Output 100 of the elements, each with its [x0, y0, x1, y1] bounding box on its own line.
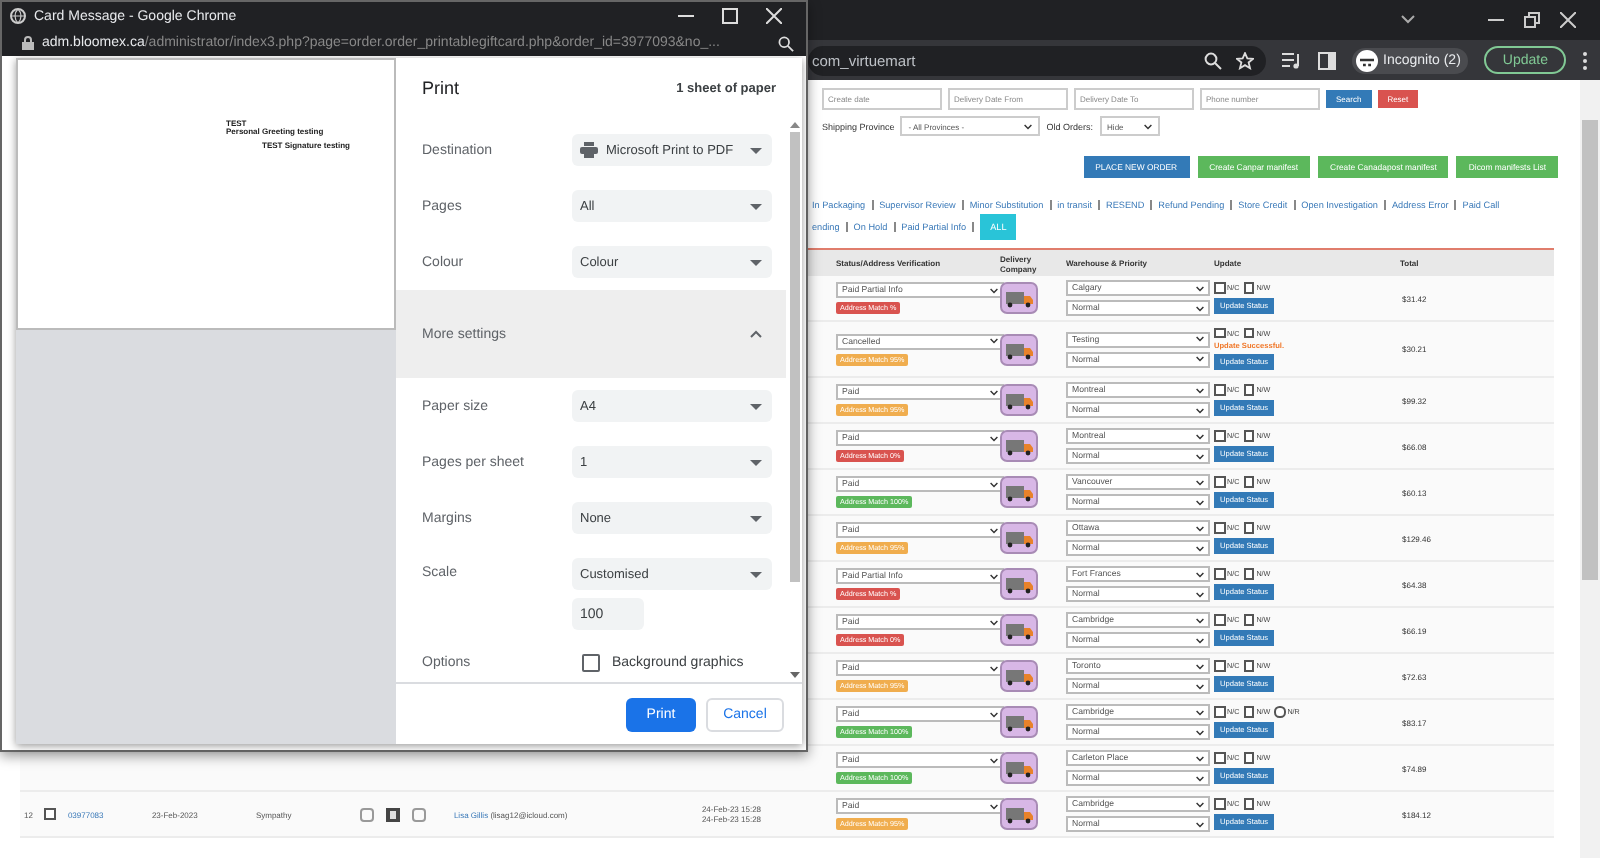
checkbox[interactable]	[582, 653, 600, 671]
checkbox[interactable]	[1214, 476, 1225, 488]
chevron-down-icon	[990, 619, 998, 625]
chevron-down-icon	[990, 287, 998, 293]
chevron-down-icon	[1196, 571, 1204, 577]
card-icon[interactable]	[385, 807, 400, 821]
note-icon[interactable]	[411, 807, 426, 821]
chevron-down-icon	[1196, 387, 1204, 393]
truck-icon	[1000, 660, 1038, 692]
dropdown-arrow-icon	[750, 259, 762, 265]
scroll-down-icon[interactable]	[789, 672, 799, 678]
chevron-down-icon	[1196, 755, 1204, 761]
checkbox[interactable]	[1243, 752, 1255, 764]
checkbox[interactable]	[1243, 384, 1255, 396]
checkbox[interactable]	[1214, 798, 1225, 810]
restore-icon[interactable]	[1524, 12, 1540, 28]
chevron-down-icon	[1196, 801, 1204, 807]
checkbox[interactable]	[1243, 282, 1255, 294]
checkbox[interactable]	[1214, 522, 1225, 534]
printer-icon	[580, 142, 598, 158]
checkbox[interactable]	[1243, 660, 1255, 672]
truck-icon	[1000, 282, 1038, 314]
chevron-down-icon	[1143, 123, 1152, 129]
note-icon[interactable]	[359, 807, 374, 821]
truck-icon	[1000, 752, 1038, 784]
radio-button[interactable]	[1274, 706, 1286, 718]
truck-icon	[1000, 706, 1038, 738]
chevron-down-icon	[990, 527, 998, 533]
chevron-down-icon	[1196, 591, 1204, 597]
checkbox[interactable]	[1243, 430, 1255, 442]
dropdown-arrow-icon	[750, 459, 762, 465]
chevron-down-icon	[1196, 407, 1204, 413]
chevron-down-icon	[990, 803, 998, 809]
dropdown-arrow-icon	[750, 515, 762, 521]
truck-icon	[1000, 614, 1038, 646]
checkbox[interactable]	[1243, 706, 1255, 718]
checkbox[interactable]	[1214, 282, 1225, 294]
checkbox[interactable]	[1214, 752, 1225, 764]
chevron-down-icon	[1024, 123, 1033, 129]
row-checkbox[interactable]	[44, 808, 56, 820]
chevron-down-icon	[1196, 453, 1204, 459]
maximize-icon[interactable]	[722, 8, 738, 25]
truck-icon	[1000, 522, 1038, 554]
chevron-down-icon	[1196, 525, 1204, 531]
chevron-down-icon	[990, 389, 998, 395]
chevron-down-icon	[990, 665, 998, 671]
chevron-down-icon	[990, 338, 998, 344]
incognito-icon	[1355, 49, 1377, 71]
chevron-down-icon	[1196, 663, 1204, 669]
checkbox[interactable]	[1243, 476, 1255, 488]
chevron-down-icon	[1196, 729, 1204, 735]
more-icon[interactable]	[1582, 51, 1588, 69]
chevron-down-icon	[1196, 479, 1204, 485]
zoom-icon[interactable]	[1203, 51, 1221, 69]
dropdown-arrow-icon	[750, 203, 762, 209]
chevron-down-icon	[990, 711, 998, 717]
media-icon[interactable]	[1281, 51, 1301, 69]
chevron-down-icon[interactable]	[1400, 14, 1416, 26]
chevron-down-icon	[1196, 433, 1204, 439]
dialog-title: Print	[422, 78, 460, 98]
checkbox[interactable]	[1243, 327, 1255, 339]
scroll-up-icon[interactable]	[789, 122, 799, 128]
star-icon[interactable]	[1235, 51, 1253, 69]
truck-icon	[1000, 798, 1038, 830]
close-icon[interactable]	[1560, 12, 1576, 28]
checkbox[interactable]	[1214, 706, 1225, 718]
checkbox[interactable]	[1243, 798, 1255, 810]
checkbox[interactable]	[1243, 522, 1255, 534]
chevron-down-icon	[1196, 336, 1204, 342]
checkbox[interactable]	[1214, 568, 1225, 580]
chevron-down-icon	[1196, 775, 1204, 781]
sidebar-icon[interactable]	[1317, 51, 1335, 69]
globe-icon	[10, 8, 26, 25]
chevron-down-icon	[1196, 285, 1204, 291]
checkbox[interactable]	[1214, 430, 1225, 442]
checkbox[interactable]	[1214, 327, 1225, 339]
dropdown-arrow-icon	[750, 147, 762, 153]
checkbox[interactable]	[1214, 660, 1225, 672]
truck-icon	[1000, 430, 1038, 462]
scrollbar-thumb[interactable]	[789, 132, 799, 582]
checkbox[interactable]	[1214, 384, 1225, 396]
chevron-down-icon	[1196, 545, 1204, 551]
chevron-down-icon	[990, 757, 998, 763]
chevron-down-icon	[1196, 637, 1204, 643]
dropdown-arrow-icon	[750, 403, 762, 409]
chevron-down-icon	[1196, 499, 1204, 505]
chevron-down-icon	[990, 435, 998, 441]
truck-icon	[1000, 384, 1038, 416]
chevron-down-icon	[1196, 821, 1204, 827]
dropdown-arrow-icon	[750, 571, 762, 577]
lock-icon	[22, 36, 34, 51]
zoom-icon[interactable]	[778, 35, 794, 52]
truck-icon	[1000, 333, 1038, 365]
scrollbar[interactable]	[1580, 80, 1600, 858]
chevron-down-icon	[1196, 683, 1204, 689]
checkbox[interactable]	[1243, 614, 1255, 626]
close-icon[interactable]	[766, 8, 782, 25]
checkbox[interactable]	[1243, 568, 1255, 580]
truck-icon	[1000, 476, 1038, 508]
checkbox[interactable]	[1214, 614, 1225, 626]
